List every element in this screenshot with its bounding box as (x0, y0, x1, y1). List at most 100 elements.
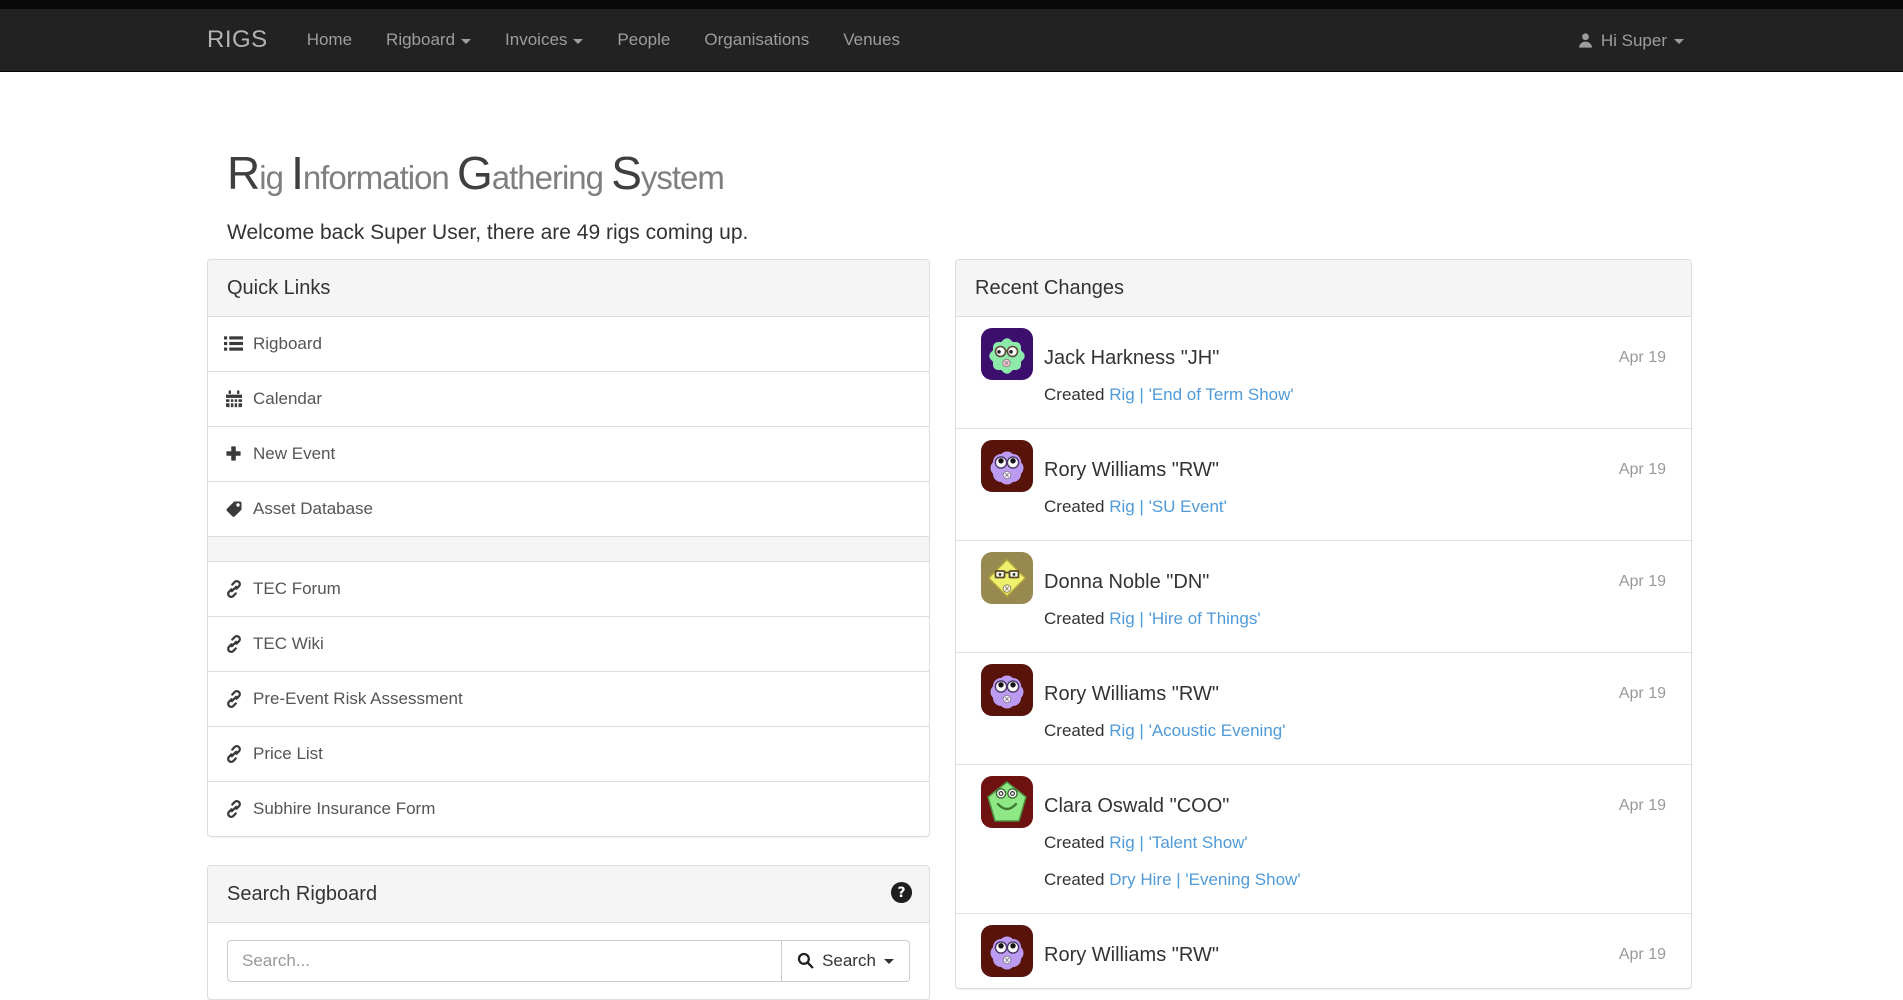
person-name: Jack Harkness "JH" (1044, 345, 1666, 371)
nav-item-label: People (617, 30, 670, 50)
nav-item-label: Venues (843, 30, 900, 50)
title-rest: ig (259, 159, 291, 196)
recent-changes-title: Recent Changes (956, 260, 1691, 317)
link-icon (223, 635, 244, 653)
change-date: Apr 19 (1619, 457, 1666, 483)
action-verb: Created (1044, 609, 1109, 628)
person-icon (1577, 32, 1594, 49)
chevron-down-icon (884, 959, 894, 964)
recent-changes-list: Jack Harkness "JH" Created Rig | 'End of … (956, 317, 1691, 988)
avatar (981, 440, 1033, 492)
person-name: Rory Williams "RW" (1044, 457, 1666, 483)
recent-change-row: Rory Williams "RW" Created Rig | 'Acousti… (956, 652, 1691, 764)
change-target-link[interactable]: Rig | 'Talent Show' (1109, 833, 1247, 852)
change-target-link[interactable]: Rig | 'End of Term Show' (1109, 385, 1293, 404)
chevron-down-icon (573, 39, 583, 44)
quick-links-list: Rigboard Calendar New Event Asset Database T… (208, 317, 929, 836)
change-action: Created Rig | 'SU Event' (1044, 494, 1666, 520)
nav-item-organisations[interactable]: Organisations (687, 9, 826, 72)
quick-link-label: Asset Database (253, 496, 373, 522)
user-menu[interactable]: Hi Super (1563, 9, 1698, 72)
change-date: Apr 19 (1619, 681, 1666, 707)
quick-link-label: Price List (253, 741, 323, 767)
avatar (981, 328, 1033, 380)
recent-change-row: Clara Oswald "COO" Created Rig | 'Talent … (956, 764, 1691, 913)
recent-change-body: Rory Williams "RW" (1044, 925, 1666, 968)
quick-link-subhire-insurance-form[interactable]: Subhire Insurance Form (208, 781, 929, 836)
title-lead-letter: G (457, 147, 492, 199)
quick-link-label: Subhire Insurance Form (253, 796, 435, 822)
quick-link-label: TEC Forum (253, 576, 341, 602)
search-button[interactable]: Search (782, 940, 910, 982)
action-verb: Created (1044, 833, 1109, 852)
avatar (981, 776, 1033, 828)
title-lead-letter: I (291, 147, 303, 199)
chevron-down-icon (461, 39, 471, 44)
question-circle-icon[interactable]: ? (890, 881, 913, 904)
nav-item-venues[interactable]: Venues (826, 9, 917, 72)
change-target-link[interactable]: Rig | 'Hire of Things' (1109, 609, 1260, 628)
quick-link-tec-forum[interactable]: TEC Forum (208, 561, 929, 616)
action-verb: Created (1044, 385, 1109, 404)
nav-item-people[interactable]: People (600, 9, 687, 72)
recent-change-body: Donna Noble "DN" Created Rig | 'Hire of T… (1044, 552, 1666, 632)
quick-link-label: TEC Wiki (253, 631, 324, 657)
person-name: Donna Noble "DN" (1044, 569, 1666, 595)
recent-change-row: Rory Williams "RW"Apr 19 (956, 913, 1691, 988)
quick-link-label: Calendar (253, 386, 322, 412)
change-action: Created Rig | 'Talent Show' (1044, 830, 1666, 856)
nav-item-rigboard[interactable]: Rigboard (369, 9, 488, 72)
tag-icon (223, 500, 244, 518)
search-rigboard-panel: Search Rigboard ? Search (207, 865, 930, 1000)
quick-link-pre-event-risk-assessment[interactable]: Pre-Event Risk Assessment (208, 671, 929, 726)
quick-link-label: Rigboard (253, 331, 322, 357)
search-form: Search (208, 923, 929, 999)
svg-text:?: ? (897, 885, 905, 901)
change-target-link[interactable]: Rig | 'Acoustic Evening' (1109, 721, 1285, 740)
link-icon (223, 580, 244, 598)
nav-item-label: Rigboard (386, 30, 455, 50)
avatar (981, 925, 1033, 977)
quick-link-asset-database[interactable]: Asset Database (208, 481, 929, 536)
main-content: Rig Information Gathering System Welcome… (0, 148, 1903, 1000)
search-panel-heading: Search Rigboard ? (208, 866, 929, 923)
person-name: Rory Williams "RW" (1044, 942, 1666, 968)
quick-link-new-event[interactable]: New Event (208, 426, 929, 481)
person-name: Clara Oswald "COO" (1044, 793, 1666, 819)
list-icon (223, 334, 244, 353)
title-lead-letter: S (611, 147, 641, 199)
title-rest: athering (492, 159, 611, 196)
person-name: Rory Williams "RW" (1044, 681, 1666, 707)
change-date: Apr 19 (1619, 942, 1666, 968)
welcome-message: Welcome back Super User, there are 49 ri… (227, 221, 1903, 245)
avatar (981, 664, 1033, 716)
navbar-menu: Home Rigboard Invoices People Organisations V… (290, 9, 917, 72)
recent-change-row: Donna Noble "DN" Created Rig | 'Hire of T… (956, 540, 1691, 652)
quick-link-tec-wiki[interactable]: TEC Wiki (208, 616, 929, 671)
change-target-link[interactable]: Rig | 'SU Event' (1109, 497, 1227, 516)
recent-changes-panel: Recent Changes Jack Harkness "JH" Created… (955, 259, 1692, 989)
user-menu-label: Hi Super (1601, 31, 1667, 51)
search-input[interactable] (227, 940, 782, 982)
recent-change-row: Rory Williams "RW" Created Rig | 'SU Even… (956, 428, 1691, 540)
link-icon (223, 690, 244, 708)
quick-link-rigboard[interactable]: Rigboard (208, 317, 929, 371)
plus-icon (223, 445, 244, 462)
navbar: RIGS Home Rigboard Invoices People Organisat… (0, 9, 1903, 72)
nav-item-home[interactable]: Home (290, 9, 369, 72)
change-action: Created Rig | 'End of Term Show' (1044, 382, 1666, 408)
window-top-strip (0, 0, 1903, 9)
nav-item-invoices[interactable]: Invoices (488, 9, 600, 72)
quick-link-price-list[interactable]: Price List (208, 726, 929, 781)
page-title: Rig Information Gathering System (227, 148, 1903, 199)
search-icon (797, 952, 814, 969)
change-target-link[interactable]: Dry Hire | 'Evening Show' (1109, 870, 1300, 889)
quick-links-panel: Quick Links RigboardCalendarNew EventAss… (207, 259, 930, 837)
change-action: Created Rig | 'Acoustic Evening' (1044, 718, 1666, 744)
recent-change-body: Rory Williams "RW" Created Rig | 'Acousti… (1044, 664, 1666, 744)
link-icon (223, 800, 244, 818)
brand-logo[interactable]: RIGS (207, 26, 268, 54)
quick-link-calendar[interactable]: Calendar (208, 371, 929, 426)
title-rest: nformation (303, 159, 457, 196)
calendar-icon (223, 390, 244, 408)
